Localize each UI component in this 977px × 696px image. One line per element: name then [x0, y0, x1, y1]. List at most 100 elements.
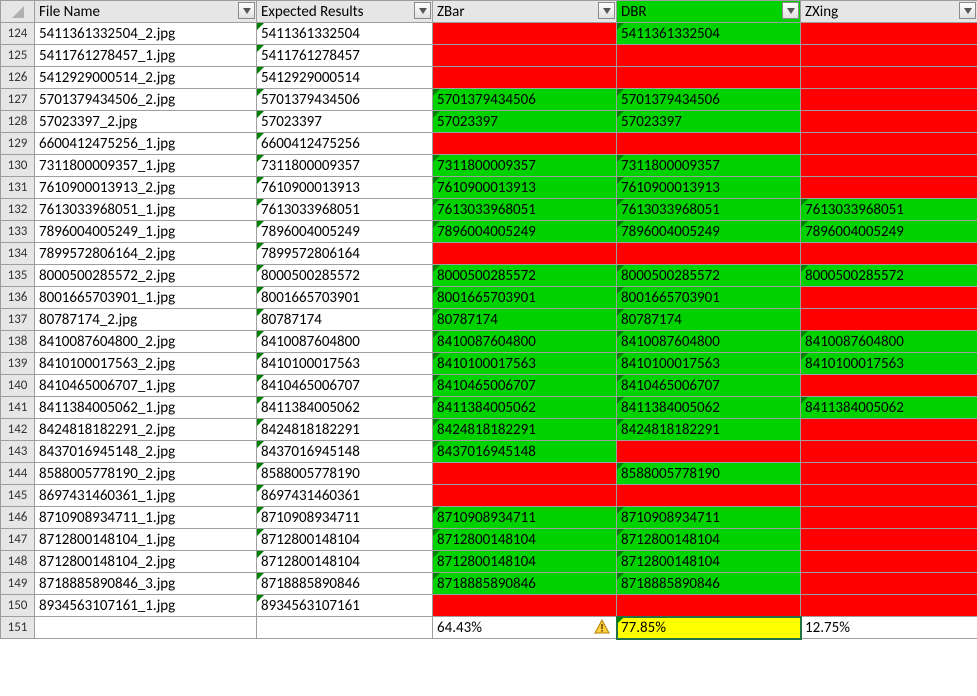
cell-zxing[interactable] — [801, 375, 977, 397]
cell-dbr[interactable]: 80787174 — [617, 309, 801, 331]
cell-zbar[interactable]: 5701379434506 — [433, 89, 617, 111]
cell-dbr[interactable]: 8410100017563 — [617, 353, 801, 375]
cell-zbar[interactable] — [433, 485, 617, 507]
cell-zxing[interactable]: 8000500285572 — [801, 265, 977, 287]
row-number[interactable]: 130 — [1, 155, 35, 177]
warning-icon[interactable] — [594, 619, 610, 635]
row-number[interactable]: 150 — [1, 595, 35, 617]
cell-file-name[interactable]: 8697431460361_1.jpg — [35, 485, 257, 507]
header-file-name[interactable]: File Name — [35, 1, 257, 23]
cell-expected[interactable]: 7610900013913 — [257, 177, 433, 199]
spreadsheet-table[interactable]: File Name Expected Results ZBar DBR — [0, 0, 977, 639]
select-all-corner[interactable] — [1, 1, 35, 23]
row-number[interactable]: 140 — [1, 375, 35, 397]
cell-dbr[interactable]: 7610900013913 — [617, 177, 801, 199]
cell-expected[interactable]: 8437016945148 — [257, 441, 433, 463]
cell-zxing[interactable]: 7896004005249 — [801, 221, 977, 243]
cell-dbr[interactable]: 57023397 — [617, 111, 801, 133]
cell-expected[interactable]: 8588005778190 — [257, 463, 433, 485]
row-number[interactable]: 141 — [1, 397, 35, 419]
cell-zxing[interactable]: 8411384005062 — [801, 397, 977, 419]
cell-file-name[interactable]: 8718885890846_3.jpg — [35, 573, 257, 595]
cell-expected[interactable]: 8710908934711 — [257, 507, 433, 529]
cell-zxing[interactable]: 7613033968051 — [801, 199, 977, 221]
cell-zxing[interactable] — [801, 309, 977, 331]
filter-dropdown-icon[interactable] — [238, 2, 255, 19]
cell-expected[interactable]: 8712800148104 — [257, 529, 433, 551]
cell-dbr[interactable]: 8411384005062 — [617, 397, 801, 419]
cell-dbr[interactable]: 5701379434506 — [617, 89, 801, 111]
row-number[interactable]: 137 — [1, 309, 35, 331]
row-number[interactable]: 135 — [1, 265, 35, 287]
cell-zbar[interactable]: 8710908934711 — [433, 507, 617, 529]
row-number[interactable]: 138 — [1, 331, 35, 353]
row-number[interactable]: 145 — [1, 485, 35, 507]
cell-dbr[interactable]: 8712800148104 — [617, 551, 801, 573]
cell-zbar[interactable]: 8410087604800 — [433, 331, 617, 353]
cell-expected[interactable]: 8410100017563 — [257, 353, 433, 375]
cell-zxing[interactable] — [801, 133, 977, 155]
cell-zxing[interactable] — [801, 551, 977, 573]
row-number[interactable]: 142 — [1, 419, 35, 441]
cell-file-name[interactable]: 8410465006707_1.jpg — [35, 375, 257, 397]
cell-expected[interactable]: 8697431460361 — [257, 485, 433, 507]
cell-zxing[interactable] — [801, 573, 977, 595]
header-zxing[interactable]: ZXing — [801, 1, 977, 23]
cell-zbar[interactable] — [433, 67, 617, 89]
cell-dbr[interactable]: 8712800148104 — [617, 529, 801, 551]
header-zbar[interactable]: ZBar — [433, 1, 617, 23]
cell-file-name[interactable]: 5701379434506_2.jpg — [35, 89, 257, 111]
cell-dbr[interactable]: 7311800009357 — [617, 155, 801, 177]
cell-expected[interactable]: 8712800148104 — [257, 551, 433, 573]
cell-dbr[interactable]: 8000500285572 — [617, 265, 801, 287]
cell-zxing[interactable] — [801, 45, 977, 67]
cell-dbr[interactable] — [617, 133, 801, 155]
cell-expected[interactable]: 8410087604800 — [257, 331, 433, 353]
cell-file-name[interactable]: 7613033968051_1.jpg — [35, 199, 257, 221]
filter-dropdown-icon[interactable] — [414, 2, 431, 19]
row-number[interactable]: 146 — [1, 507, 35, 529]
cell-dbr[interactable]: 7613033968051 — [617, 199, 801, 221]
cell-zxing[interactable] — [801, 507, 977, 529]
row-number[interactable]: 129 — [1, 133, 35, 155]
cell-zxing[interactable] — [801, 243, 977, 265]
cell-expected[interactable]: 8001665703901 — [257, 287, 433, 309]
cell-dbr[interactable]: 8410087604800 — [617, 331, 801, 353]
cell-expected[interactable]: 7899572806164 — [257, 243, 433, 265]
cell-zbar[interactable]: 80787174 — [433, 309, 617, 331]
cell-zbar[interactable]: 8437016945148 — [433, 441, 617, 463]
cell-expected[interactable]: 7311800009357 — [257, 155, 433, 177]
cell-file-name[interactable]: 7610900013913_2.jpg — [35, 177, 257, 199]
cell-dbr[interactable]: 8410465006707 — [617, 375, 801, 397]
cell-file-name[interactable]: 8588005778190_2.jpg — [35, 463, 257, 485]
row-number[interactable]: 151 — [1, 617, 35, 639]
cell-dbr[interactable]: 5411361332504 — [617, 23, 801, 45]
cell-zbar[interactable]: 8712800148104 — [433, 529, 617, 551]
cell-expected[interactable]: 5701379434506 — [257, 89, 433, 111]
cell-expected[interactable]: 57023397 — [257, 111, 433, 133]
cell-zbar[interactable] — [433, 595, 617, 617]
cell-file-name[interactable]: 8000500285572_2.jpg — [35, 265, 257, 287]
cell-file-name[interactable]: 8410087604800_2.jpg — [35, 331, 257, 353]
cell-file-name[interactable]: 5412929000514_2.jpg — [35, 67, 257, 89]
row-number[interactable]: 128 — [1, 111, 35, 133]
cell-zbar[interactable]: 8424818182291 — [433, 419, 617, 441]
cell-file-name[interactable]: 5411761278457_1.jpg — [35, 45, 257, 67]
cell-expected[interactable]: 8411384005062 — [257, 397, 433, 419]
row-number[interactable]: 132 — [1, 199, 35, 221]
cell-dbr[interactable] — [617, 485, 801, 507]
cell-file-name[interactable]: 7896004005249_1.jpg — [35, 221, 257, 243]
cell-zbar[interactable] — [433, 23, 617, 45]
cell-zbar[interactable]: 8410100017563 — [433, 353, 617, 375]
cell-expected[interactable]: 7896004005249 — [257, 221, 433, 243]
cell-zbar[interactable]: 8001665703901 — [433, 287, 617, 309]
cell-zxing[interactable] — [801, 89, 977, 111]
cell-expected[interactable]: 8424818182291 — [257, 419, 433, 441]
cell-dbr[interactable] — [617, 67, 801, 89]
row-number[interactable]: 126 — [1, 67, 35, 89]
cell-zbar[interactable]: 57023397 — [433, 111, 617, 133]
row-number[interactable]: 134 — [1, 243, 35, 265]
row-number[interactable]: 149 — [1, 573, 35, 595]
cell-expected[interactable]: 8410465006707 — [257, 375, 433, 397]
cell-file-name[interactable]: 8001665703901_1.jpg — [35, 287, 257, 309]
